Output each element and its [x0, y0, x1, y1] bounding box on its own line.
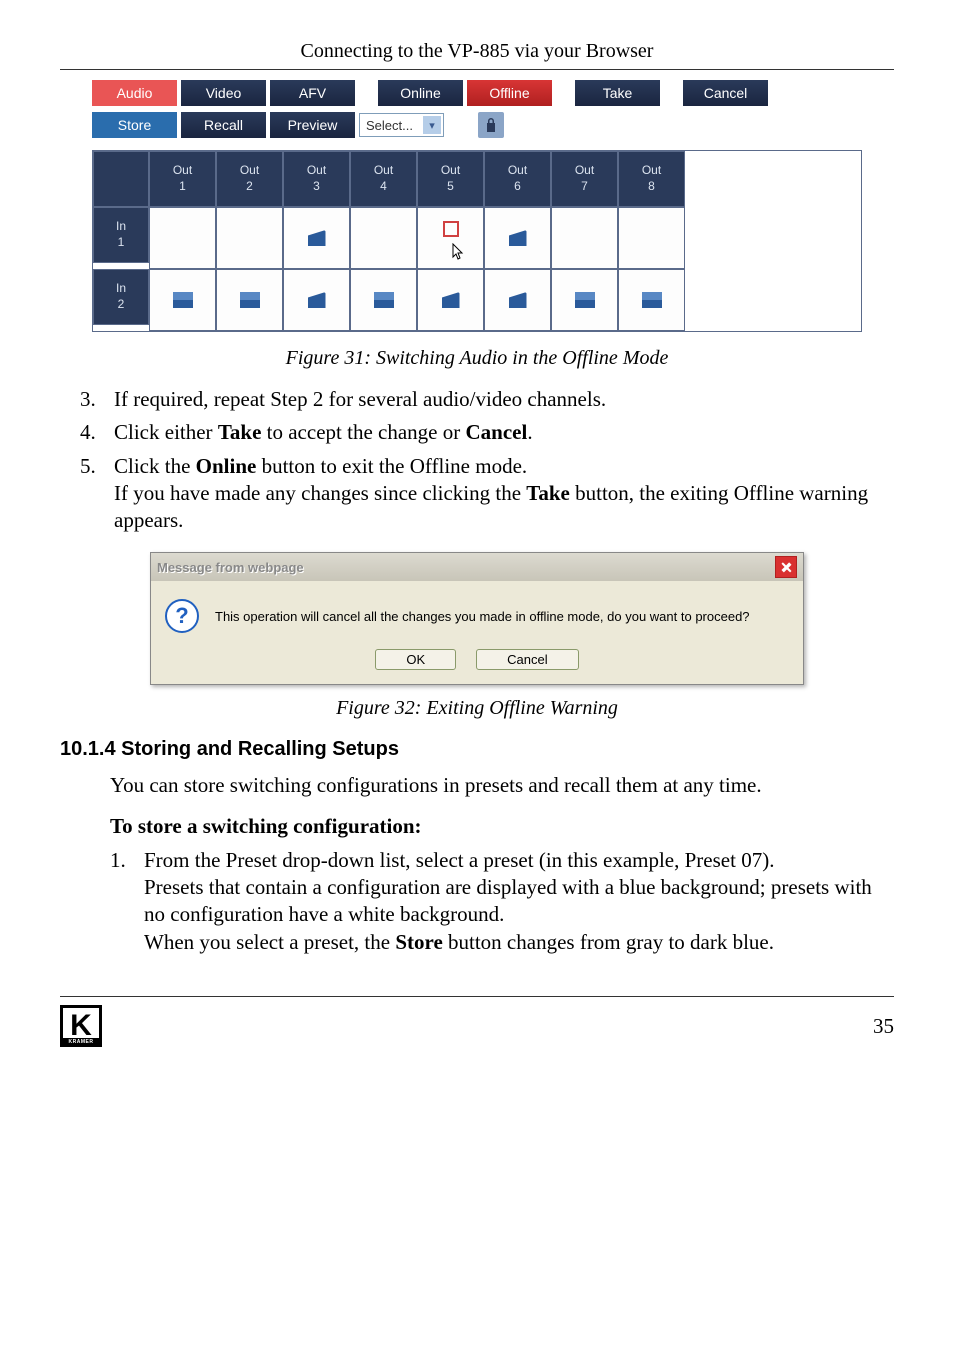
- audio-marker-icon: [442, 292, 460, 308]
- recall-tab[interactable]: Recall: [181, 112, 266, 138]
- grid-cell[interactable]: [149, 269, 216, 331]
- online-tab[interactable]: Online: [378, 80, 463, 106]
- out-header: Out 3: [283, 151, 350, 207]
- dialog-title-text: Message from webpage: [157, 560, 304, 575]
- grid-cell[interactable]: [149, 207, 216, 269]
- out-header: Out 8: [618, 151, 685, 207]
- marker-icon: [374, 292, 394, 308]
- out-header: Out 6: [484, 151, 551, 207]
- marker-icon: [575, 292, 595, 308]
- confirm-dialog: Message from webpage ✕ ? This operation …: [150, 552, 804, 685]
- cancel-button[interactable]: Cancel: [476, 649, 578, 670]
- grid-cell[interactable]: [350, 207, 417, 269]
- audio-marker-icon: [308, 292, 326, 308]
- ok-button[interactable]: OK: [375, 649, 456, 670]
- grid-cell[interactable]: [618, 207, 685, 269]
- grid-cell[interactable]: [216, 207, 283, 269]
- audio-marker-icon: [509, 230, 527, 246]
- grid-cell[interactable]: [417, 269, 484, 331]
- kramer-logo: KKRAMER: [60, 1005, 102, 1047]
- audio-marker-icon: [308, 230, 326, 246]
- close-icon[interactable]: ✕: [775, 556, 797, 578]
- selection-outline-icon: [443, 221, 459, 237]
- chevron-down-icon: ▾: [423, 116, 441, 134]
- video-tab[interactable]: Video: [181, 80, 266, 106]
- out-header: Out 7: [551, 151, 618, 207]
- audio-tab[interactable]: Audio: [92, 80, 177, 106]
- page-header: Connecting to the VP-885 via your Browse…: [60, 40, 894, 70]
- cursor-icon: [452, 243, 466, 261]
- preset-select[interactable]: Select... ▾: [359, 113, 444, 137]
- cancel-button[interactable]: Cancel: [683, 80, 768, 106]
- grid-cell[interactable]: [216, 269, 283, 331]
- offline-tab[interactable]: Offline: [467, 80, 552, 106]
- step-5: 5. Click the Online button to exit the O…: [80, 453, 894, 535]
- store-tab[interactable]: Store: [92, 112, 177, 138]
- audio-marker-icon: [509, 292, 527, 308]
- matrix-switcher-ui: Audio Video AFV Online Offline Take Canc…: [92, 80, 862, 332]
- subheading: To store a switching configuration:: [110, 814, 894, 839]
- preview-tab[interactable]: Preview: [270, 112, 355, 138]
- lock-icon[interactable]: [478, 112, 504, 138]
- paragraph: You can store switching configurations i…: [110, 771, 894, 799]
- dialog-message: This operation will cancel all the chang…: [215, 609, 750, 624]
- grid-cell[interactable]: [484, 269, 551, 331]
- out-header: Out 1: [149, 151, 216, 207]
- preset-select-label: Select...: [366, 118, 413, 133]
- out-header: Out 2: [216, 151, 283, 207]
- page-number: 35: [873, 1014, 894, 1039]
- out-header: Out 4: [350, 151, 417, 207]
- grid-cell[interactable]: [350, 269, 417, 331]
- grid-cell[interactable]: [417, 207, 484, 269]
- grid-cell[interactable]: [283, 207, 350, 269]
- take-button[interactable]: Take: [575, 80, 660, 106]
- in-header: In 2: [93, 269, 149, 325]
- grid-cell[interactable]: [551, 269, 618, 331]
- grid-cell[interactable]: [618, 269, 685, 331]
- afv-tab[interactable]: AFV: [270, 80, 355, 106]
- in-header: In 1: [93, 207, 149, 263]
- grid-cell[interactable]: [283, 269, 350, 331]
- step-1: 1. From the Preset drop-down list, selec…: [110, 847, 894, 956]
- switching-grid: Out 1 Out 2 Out 3 Out 4 Out 5 Out 6 Out …: [92, 150, 862, 332]
- step-3: 3. If required, repeat Step 2 for severa…: [80, 386, 894, 413]
- marker-icon: [642, 292, 662, 308]
- marker-icon: [240, 292, 260, 308]
- grid-cell[interactable]: [484, 207, 551, 269]
- marker-icon: [173, 292, 193, 308]
- figure-caption-31: Figure 31: Switching Audio in the Offlin…: [60, 347, 894, 370]
- question-icon: ?: [165, 599, 199, 633]
- figure-caption-32: Figure 32: Exiting Offline Warning: [60, 697, 894, 720]
- out-header: Out 5: [417, 151, 484, 207]
- heading-10-1-4: 10.1.4 Storing and Recalling Setups: [60, 738, 894, 761]
- grid-cell[interactable]: [551, 207, 618, 269]
- grid-corner: [93, 151, 149, 207]
- step-4: 4. Click either Take to accept the chang…: [80, 419, 894, 446]
